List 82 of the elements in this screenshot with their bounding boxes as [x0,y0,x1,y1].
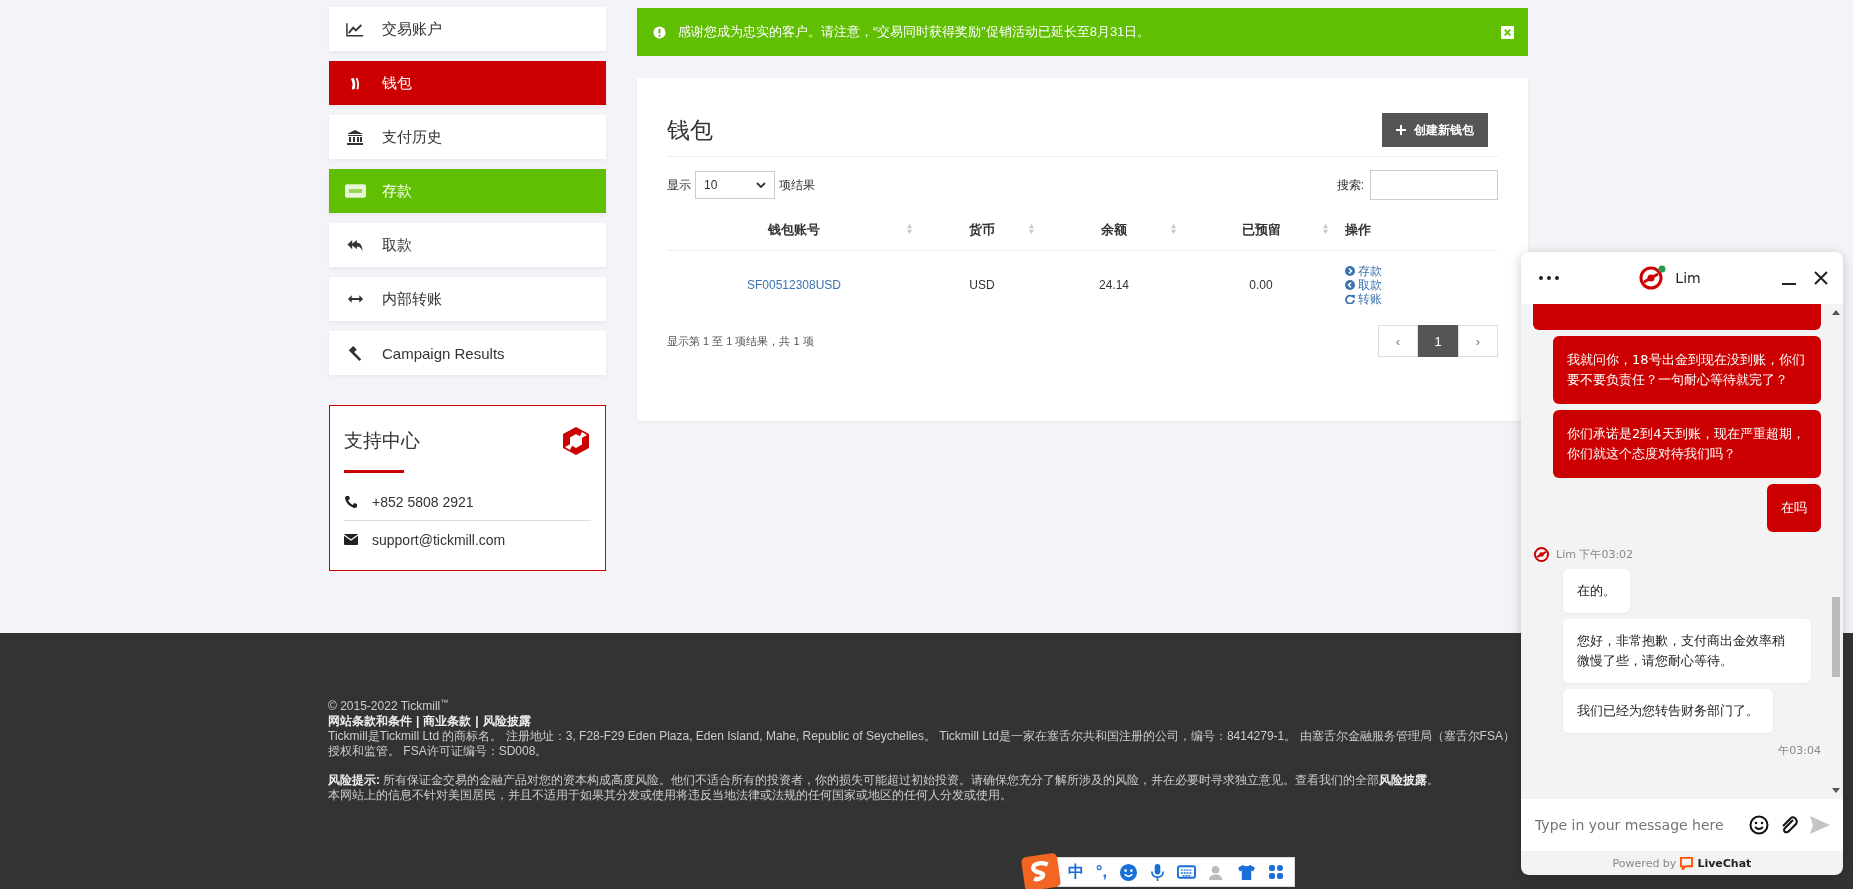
message-meta: Lim 下午03:02 [1556,547,1634,562]
shirt-icon[interactable] [1236,863,1256,881]
mail-icon [344,534,358,545]
column-header[interactable]: 已预留 [1241,222,1281,237]
info-icon [653,25,666,39]
page-button[interactable]: 1 [1418,325,1458,357]
create-wallet-button[interactable]: 创建新钱包 [1382,113,1488,147]
notice-text: 本网站上的信息不针对美国居民，并且不适用于如果其分发或使用将违反当地法律或法规的任何国家或地区的任何人分发或使用。 [328,788,1013,803]
close-icon[interactable] [1813,270,1829,286]
next-page-button[interactable]: › [1458,325,1498,357]
smiley-icon[interactable] [1749,815,1769,835]
chevron-left-icon [1345,280,1355,290]
column-header[interactable]: 余额 [1101,222,1127,237]
company-info: Tickmill是Tickmill Ltd 的商标名。 注册地址：3, F28-F29 Eden Plaza, Eden Island, Mahe, Republic of Seychelles。 Tickmill Ltd是一家在塞舌尔共和国注册的公司，编号：8414279-1。 由塞舌尔金融服务管理局（塞舌尔FSA）授权和监管。 FSA许可证编号：SD008。 [328,729,1516,759]
results-label: 项结果 [779,176,815,194]
separator: | [416,714,420,728]
card-title: 钱包 [667,115,713,145]
scroll-up-icon[interactable] [1832,310,1840,315]
card-icon [344,184,366,198]
table-info: 显示第 1 至 1 项结果，共 1 项 [667,333,814,349]
sidebar-item[interactable]: Campaign Results [329,331,606,375]
chart-icon [346,21,364,37]
column-header: 操作 [1345,222,1371,237]
scroll-down-icon[interactable] [1832,788,1840,793]
avatar-icon [1639,265,1668,291]
email-address[interactable]: support@tickmill.com [372,531,506,548]
double-arrow-icon [346,294,364,304]
ime-toggle[interactable]: 中 [1068,861,1084,883]
message-bubble: 我就问你，18号出金到现在没到账，你们要不要负责任？一句耐心等待就完了？ [1553,336,1821,404]
table-cell: 0.00 [1249,278,1273,292]
table-cell: 24.14 [1099,278,1129,292]
action-link[interactable]: 取款 [1345,278,1497,292]
agent-name: Lim [1675,270,1701,286]
risk-warning: 风险提示: 所有保证金交易的金融产品对您的资本构成高度风险。他们不适合所有的投资者，你的损失可能超过初始投资。请确保您充分了解所涉及的风险，并在必要时寻求独立意见。查看我们的全部风险披露。 [328,773,1441,788]
alert-message: 感谢您成为忠实的客户。请注意，“交易同时获得奖励”促销活动已延长至8月31日。 [678,23,1152,41]
column-header[interactable]: 货币 [969,222,995,237]
action-link[interactable]: 存款 [1345,264,1497,278]
avatar-icon [1533,546,1550,563]
plus-icon [1396,125,1406,135]
more-icon[interactable] [1539,276,1559,280]
phone-number: +852 5808 2921 [372,493,474,510]
search-label: 搜索: [1336,176,1364,194]
ime-toggle[interactable]: °, [1096,863,1107,881]
table-cell: USD [969,278,995,292]
gavel-icon [347,345,363,361]
message-bubble: 我们已经为您转告财务部门了。 [1563,689,1773,733]
message-bubble: 在的。 [1563,569,1630,613]
message-bubble: 在吗 [1767,484,1821,532]
sidebar-item[interactable]: 交易账户 [329,7,606,51]
sidebar-item[interactable]: 支付历史 [329,115,606,159]
footer-link[interactable]: 网站条款和条件 [328,714,412,728]
grid-icon[interactable] [1267,864,1284,880]
chevron-right-icon [1345,266,1355,276]
show-label: 显示 [667,176,691,194]
chat-bubble-icon [1680,856,1694,870]
powered-by-text: Powered by [1612,856,1677,870]
support-title: 支持中心 [344,429,420,453]
sidebar-item[interactable]: 取款 [329,223,606,267]
sidebar-item[interactable]: 钱包 [329,61,606,105]
phone-icon [344,494,358,509]
footer-link[interactable]: 商业条款 [423,714,472,728]
microphone-icon[interactable] [1149,862,1165,882]
keyboard-icon[interactable] [1176,865,1196,879]
search-field[interactable] [1370,170,1498,200]
separator: | [475,714,479,728]
hexagon-logo-icon [561,426,591,456]
message-time: 午03:04 [1778,743,1821,758]
column-header[interactable]: 钱包账号 [768,222,820,237]
message-bubble: 你们承诺是2到4天到账，现在严重超期，你们就这个态度对待我们吗？ [1553,410,1821,478]
copyright-text: © 2015-2022 Tickmill$^{™}$ [328,697,450,714]
chevron-down-icon [756,182,766,188]
message-bubble: 您好，非常抱歉，支付商出金效率稍微慢了些，请您耐心等待。 [1563,619,1811,683]
page-size-select[interactable]: 10 [695,171,775,199]
action-link[interactable]: 转账 [1345,292,1497,306]
sidebar-item[interactable]: 内部转账 [329,277,606,321]
account-link[interactable]: SF00512308USD [746,278,842,292]
bank-icon [346,129,364,145]
footer-link[interactable]: 风险披露 [482,714,531,728]
scrollbar-thumb[interactable] [1832,596,1840,677]
refresh-icon [1345,294,1355,304]
previous-page-button[interactable]: ‹ [1378,325,1418,357]
brand-name: LiveChat [1697,856,1752,870]
